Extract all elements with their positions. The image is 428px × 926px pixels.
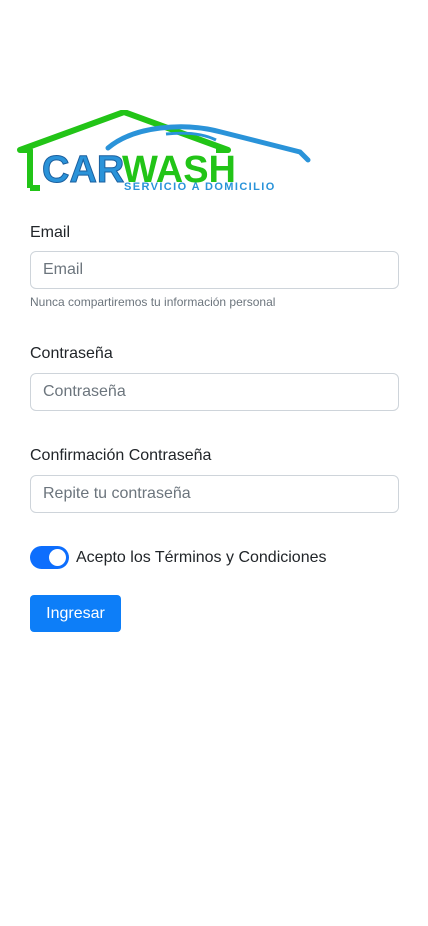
toggle-knob — [49, 549, 66, 566]
password-input[interactable] — [30, 373, 399, 411]
confirm-password-input[interactable] — [30, 475, 399, 513]
logo-word-car: CAR — [42, 149, 124, 191]
logo-graphic: CAR WASH SERVICIO A DOMICILIO — [17, 110, 311, 193]
email-label: Email — [30, 224, 71, 241]
email-input[interactable] — [30, 251, 399, 289]
confirm-password-label: Confirmación Contraseña — [30, 447, 212, 464]
email-help-text: Nunca compartiremos tu información perso… — [30, 295, 276, 309]
carwash-logo: CAR WASH SERVICIO A DOMICILIO — [16, 110, 318, 194]
terms-label[interactable]: Acepto los Términos y Condiciones — [76, 549, 327, 567]
terms-row: Acepto los Términos y Condiciones — [30, 546, 327, 569]
terms-toggle[interactable] — [30, 546, 69, 569]
logo-tagline: SERVICIO A DOMICILIO — [124, 181, 276, 193]
submit-button[interactable]: Ingresar — [30, 595, 121, 632]
password-label: Contraseña — [30, 345, 113, 362]
